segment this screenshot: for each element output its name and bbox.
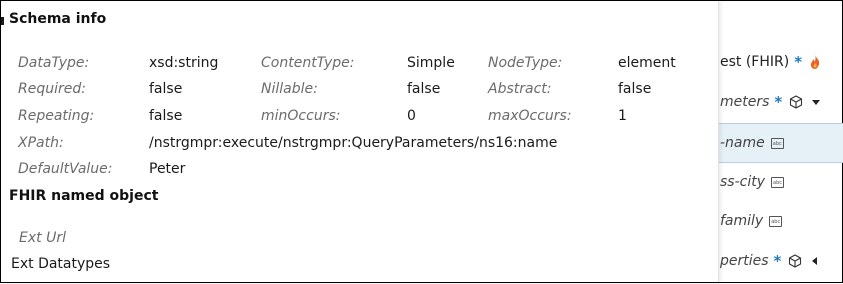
required-star: * (794, 53, 803, 71)
required-star: * (774, 93, 783, 111)
tree-item-label: est (FHIR) (720, 54, 790, 70)
xpath-value: /nstrgmpr:execute/nstrgmpr:QueryParamete… (149, 135, 558, 151)
nillable-value: false (407, 81, 441, 97)
ext-url-label: Ext Url (19, 230, 66, 246)
contenttype-label: ContentType: (261, 55, 355, 71)
defaultvalue-value: Peter (149, 161, 186, 177)
tree-item-properties[interactable]: perties * (718, 242, 843, 280)
nodetype-label: NodeType: (488, 55, 563, 71)
defaultvalue-label: DefaultValue: (18, 161, 113, 177)
abc-icon: abc (769, 215, 783, 227)
ext-datatypes-label: Ext Datatypes (11, 256, 111, 272)
minoccurs-label: minOccurs: (261, 108, 341, 124)
tree-item-label: perties (720, 253, 769, 269)
window-frame: est (FHIR) * meters * -name abc ss-city … (0, 0, 843, 283)
tree-item-label: meters (720, 94, 770, 110)
nillable-label: Nillable: (261, 81, 318, 97)
required-value: false (149, 81, 183, 97)
schema-info-title: Schema info (9, 11, 107, 27)
tree-item-label: family (720, 213, 764, 229)
datatype-label: DataType: (18, 55, 90, 71)
required-label: Required: (18, 81, 86, 97)
popup-pointer (1, 17, 4, 25)
maxoccurs-label: maxOccurs: (488, 108, 572, 124)
abc-icon: abc (770, 137, 784, 149)
abc-icon: abc (771, 176, 785, 188)
repeating-value: false (149, 108, 183, 124)
contenttype-value: Simple (407, 55, 455, 71)
nodetype-value: element (618, 55, 676, 71)
abstract-value: false (618, 81, 652, 97)
cube-icon (789, 254, 802, 268)
tree-item-label: -name (720, 135, 765, 151)
minoccurs-value: 0 (407, 108, 416, 124)
fire-icon (811, 55, 820, 69)
mapping-tree: est (FHIR) * meters * -name abc ss-city … (718, 1, 843, 284)
datatype-value: xsd:string (149, 55, 219, 71)
required-star: * (773, 252, 782, 270)
tree-item-address-city[interactable]: ss-city abc (718, 163, 843, 201)
maxoccurs-value: 1 (618, 108, 627, 124)
fhir-named-object-title: FHIR named object (9, 188, 159, 204)
tree-item-family[interactable]: family abc (718, 202, 843, 240)
tree-item-label: ss-city (720, 174, 766, 190)
abstract-label: Abstract: (488, 81, 552, 97)
xpath-label: XPath: (18, 135, 64, 151)
tree-item-fhir-request[interactable]: est (FHIR) * (718, 43, 843, 81)
cube-icon (790, 95, 803, 109)
schema-info-popup: Schema info DataType: xsd:string Content… (1, 1, 719, 282)
caret-down-icon[interactable] (811, 97, 821, 107)
tree-item-name[interactable]: -name abc (718, 123, 843, 163)
caret-left-icon[interactable] (810, 256, 820, 266)
tree-item-query-parameters[interactable]: meters * (718, 83, 843, 121)
repeating-label: Repeating: (18, 108, 95, 124)
